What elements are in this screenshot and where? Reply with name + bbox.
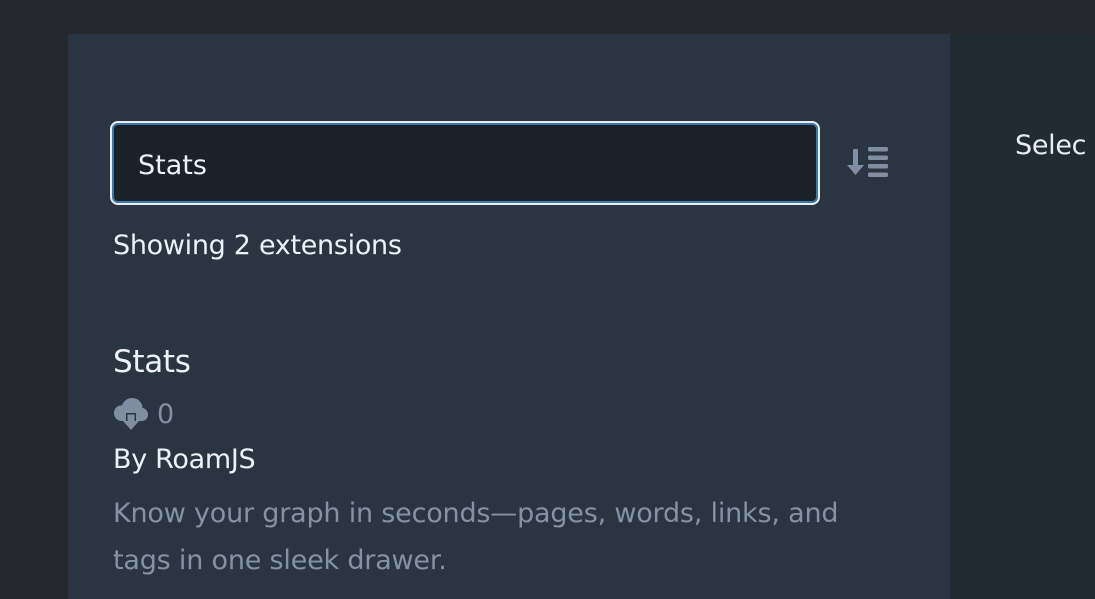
detail-placeholder-text: Selec <box>1015 130 1087 161</box>
download-count: 0 <box>113 396 174 432</box>
extensions-list-panel: Showing 2 extensions Stats 0 By RoamJS K… <box>68 34 950 599</box>
search-field[interactable] <box>110 121 820 207</box>
extension-title[interactable]: Stats <box>113 344 191 380</box>
extension-author: By RoamJS <box>113 444 256 475</box>
download-count-value: 0 <box>157 398 175 430</box>
search-input[interactable] <box>138 123 778 207</box>
sort-button[interactable] <box>846 141 894 185</box>
results-count: Showing 2 extensions <box>113 230 402 261</box>
sort-descending-icon <box>847 147 888 177</box>
cloud-download-icon <box>114 398 148 430</box>
extension-detail-pane: Selec <box>950 34 1095 599</box>
extension-description: Know your graph in seconds—pages, words,… <box>113 498 839 576</box>
